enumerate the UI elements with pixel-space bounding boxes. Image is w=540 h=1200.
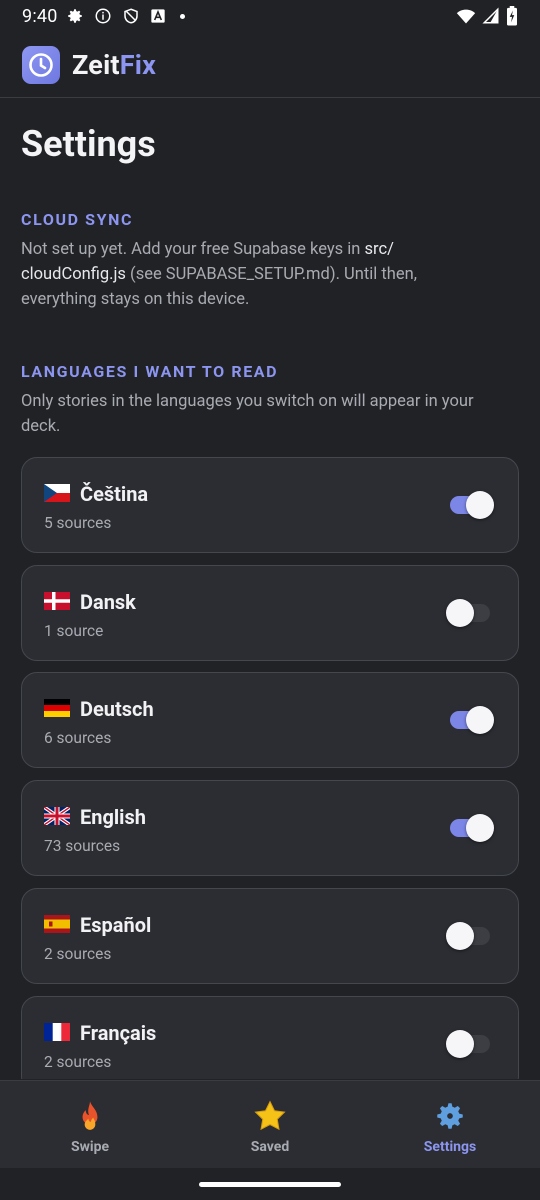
- language-name: Deutsch: [80, 697, 154, 722]
- settings-content[interactable]: Settings CLOUD SYNC Not set up yet. Add …: [0, 99, 540, 1079]
- language-toggle[interactable]: [446, 598, 492, 627]
- app-logo: [22, 45, 60, 84]
- nav-swipe[interactable]: Swipe: [0, 1081, 180, 1168]
- flag-icon: [44, 807, 70, 826]
- app-name-part1: Zeit: [72, 48, 120, 81]
- flag-icon: [44, 1022, 70, 1041]
- language-source-count: 73 sources: [44, 837, 121, 856]
- language-source-count: 6 sources: [44, 729, 112, 748]
- cloud-sync-text: Not set up yet. Add your free Supabase k…: [21, 237, 491, 312]
- toggle-knob: [446, 1029, 474, 1058]
- a-icon: [150, 9, 165, 23]
- gesture-bar[interactable]: [199, 1182, 341, 1187]
- language-source-count: 5 sources: [44, 514, 112, 532]
- language-toggle[interactable]: [446, 921, 492, 950]
- language-card[interactable]: Deutsch 6 sources: [21, 672, 519, 769]
- dot-icon: [179, 13, 185, 19]
- clock-icon: [29, 52, 53, 77]
- language-source-count: 1 source: [44, 621, 104, 640]
- language-source-count: 2 sources: [44, 944, 112, 963]
- language-name: Čeština: [80, 482, 149, 506]
- nav-settings[interactable]: Settings: [360, 1081, 540, 1168]
- app-header: ZeitFix: [0, 32, 540, 98]
- gear-icon: [437, 1103, 463, 1129]
- cloud-sync-text-before: Not set up yet. Add your free Supabase k…: [21, 240, 365, 259]
- language-source-count: 2 sources: [44, 1052, 112, 1071]
- languages-description: Only stories in the languages you switch…: [21, 392, 474, 436]
- shield-icon: [123, 8, 138, 24]
- cloud-sync-heading: CLOUD SYNC: [21, 210, 134, 229]
- language-card[interactable]: English 73 sources: [21, 780, 519, 877]
- language-toggle[interactable]: [448, 706, 494, 735]
- language-toggle[interactable]: [448, 491, 494, 519]
- star-icon: [254, 1100, 286, 1131]
- gear-icon: [67, 9, 82, 23]
- app-name: ZeitFix: [72, 49, 156, 81]
- info-icon: [95, 8, 111, 24]
- toggle-knob: [466, 491, 494, 519]
- nav-label-saved: Saved: [250, 1139, 290, 1155]
- fire-icon: [82, 1101, 98, 1130]
- language-card[interactable]: Dansk 1 source: [21, 564, 519, 661]
- language-toggle[interactable]: [448, 814, 494, 843]
- battery-icon: [507, 6, 517, 26]
- language-card[interactable]: Español 2 sources: [21, 887, 519, 984]
- signal-icon: [482, 7, 499, 24]
- language-card[interactable]: Français 2 sources: [21, 995, 519, 1079]
- flag-icon: [44, 484, 70, 502]
- language-name: Español: [80, 912, 152, 937]
- page-title: Settings: [21, 123, 156, 165]
- flag-icon: [44, 699, 70, 718]
- wifi-icon: [456, 9, 476, 24]
- language-name: English: [80, 805, 146, 830]
- nav-label-settings: Settings: [423, 1139, 477, 1155]
- toggle-knob: [466, 706, 494, 735]
- toggle-knob: [446, 921, 474, 950]
- languages-heading: LANGUAGES I WANT TO READ: [21, 362, 279, 381]
- nav-label-swipe: Swipe: [70, 1139, 110, 1155]
- app-name-part2: Fix: [119, 48, 157, 81]
- language-toggle[interactable]: [446, 1029, 492, 1058]
- language-card[interactable]: Čeština 5 sources: [21, 457, 519, 553]
- toggle-knob: [446, 598, 474, 627]
- language-name: Dansk: [80, 589, 136, 614]
- language-name: Français: [80, 1020, 157, 1045]
- flag-icon: [44, 591, 70, 610]
- flag-icon: [44, 914, 70, 933]
- toggle-knob: [466, 814, 494, 843]
- status-bar: 9:40: [0, 0, 540, 32]
- nav-saved[interactable]: Saved: [180, 1081, 360, 1168]
- status-time: 9:40: [22, 5, 58, 27]
- bottom-nav: Swipe Saved Settings: [0, 1080, 540, 1168]
